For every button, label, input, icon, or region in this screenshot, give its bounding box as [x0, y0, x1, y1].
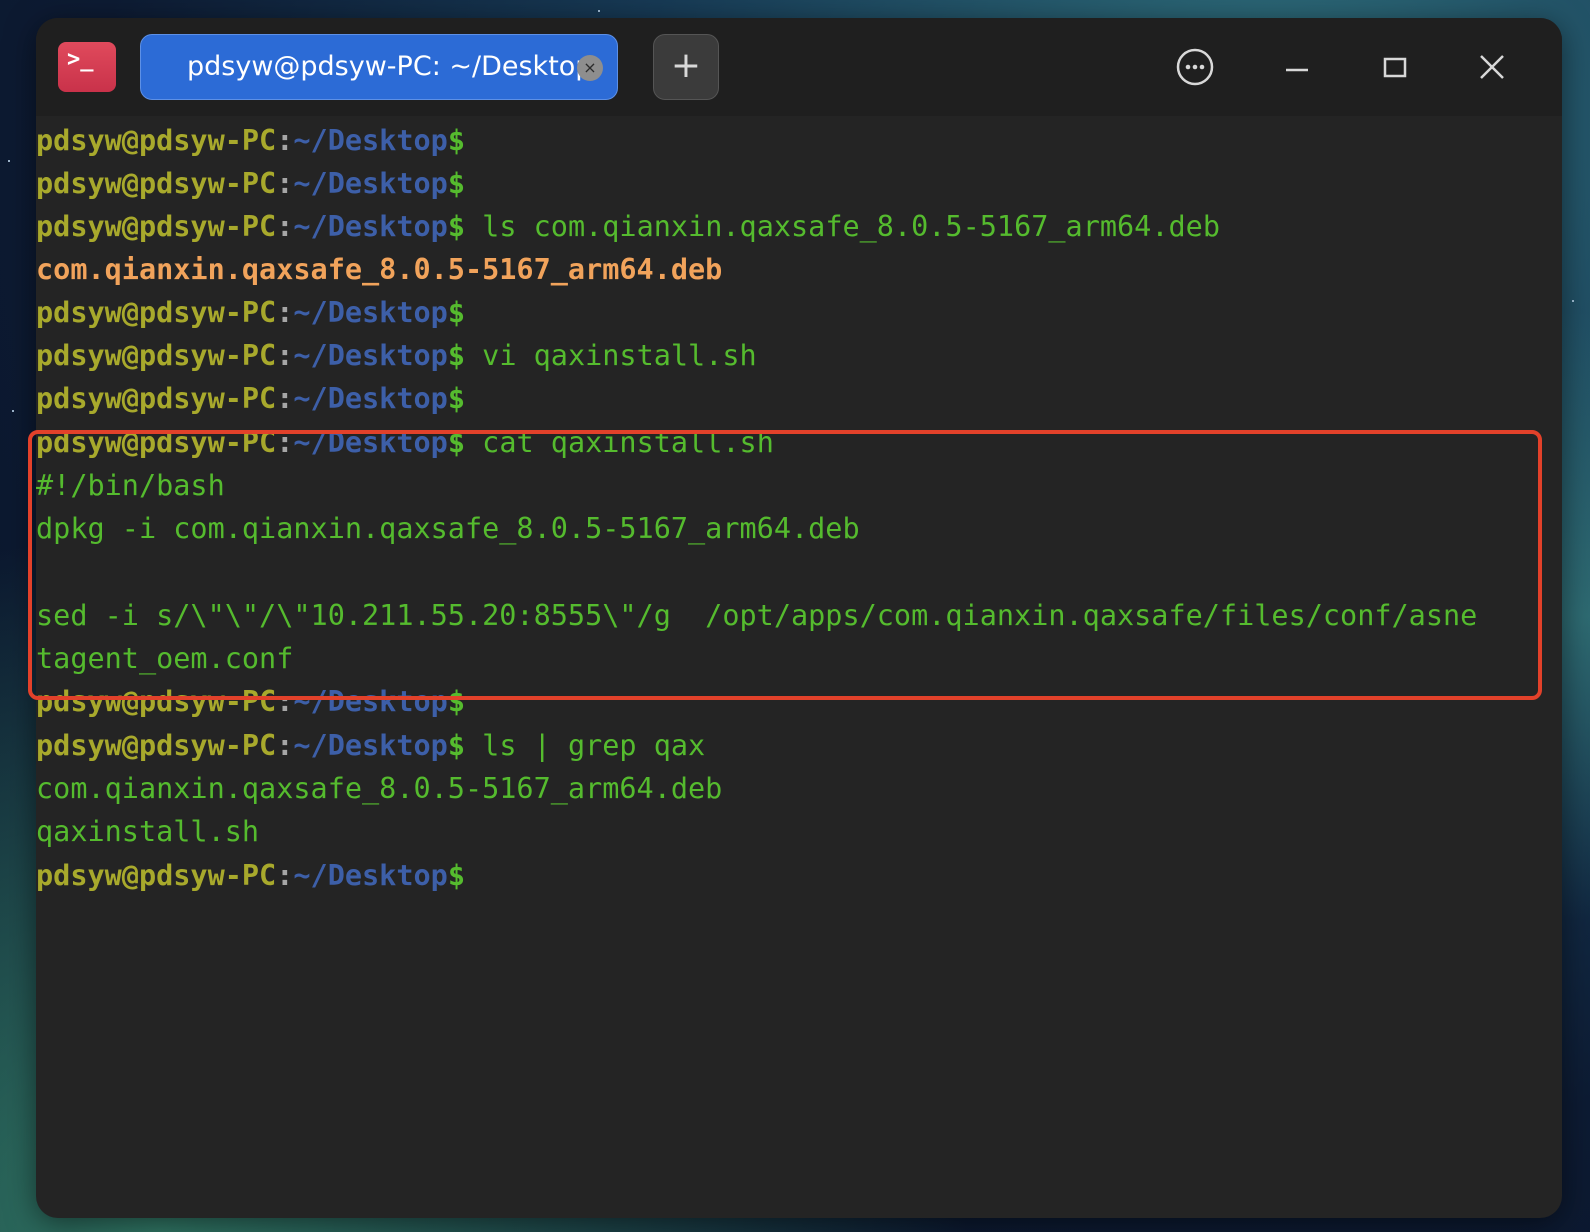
tab-title: pdsyw@pdsyw-PC: ~/Desktop: [187, 51, 593, 82]
annotation-highlight-box: [28, 430, 1542, 700]
prompt-line: pdsyw@pdsyw-PC:~/Desktop$: [36, 859, 465, 892]
command-line: pdsyw@pdsyw-PC:~/Desktop$ ls | grep qax: [36, 729, 706, 762]
output-line: qaxinstall.sh: [36, 815, 260, 848]
command-text: ls com.qianxin.qaxsafe_8.0.5-5167_arm64.…: [465, 210, 1220, 243]
prompt-line: pdsyw@pdsyw-PC:~/Desktop$: [36, 124, 465, 157]
wallpaper-star: [12, 410, 14, 412]
prompt-line: pdsyw@pdsyw-PC:~/Desktop$: [36, 382, 465, 415]
command-line: pdsyw@pdsyw-PC:~/Desktop$ vi qaxinstall.…: [36, 339, 757, 372]
prompt-line: pdsyw@pdsyw-PC:~/Desktop$: [36, 296, 465, 329]
command-line: pdsyw@pdsyw-PC:~/Desktop$ ls com.qianxin…: [36, 210, 1220, 243]
output-line: com.qianxin.qaxsafe_8.0.5-5167_arm64.deb: [36, 253, 723, 286]
terminal-app-icon[interactable]: >_: [58, 42, 116, 92]
maximize-icon[interactable]: [1372, 44, 1418, 90]
more-options-icon[interactable]: [1172, 44, 1218, 90]
close-icon[interactable]: [1469, 44, 1515, 90]
wallpaper-star: [1572, 300, 1574, 302]
minimize-icon[interactable]: [1274, 44, 1320, 90]
wallpaper-star: [598, 10, 600, 12]
tab-close-icon[interactable]: ×: [577, 55, 603, 81]
new-tab-button[interactable]: +: [653, 34, 719, 100]
output-line: com.qianxin.qaxsafe_8.0.5-5167_arm64.deb: [36, 772, 723, 805]
wallpaper-star: [8, 160, 10, 162]
command-text: ls | grep qax: [465, 729, 706, 762]
prompt-line: pdsyw@pdsyw-PC:~/Desktop$: [36, 167, 465, 200]
command-text: vi qaxinstall.sh: [465, 339, 757, 372]
tab-active-terminal[interactable]: pdsyw@pdsyw-PC: ~/Desktop ×: [140, 34, 618, 100]
title-bar[interactable]: >_ pdsyw@pdsyw-PC: ~/Desktop × +: [36, 18, 1562, 116]
